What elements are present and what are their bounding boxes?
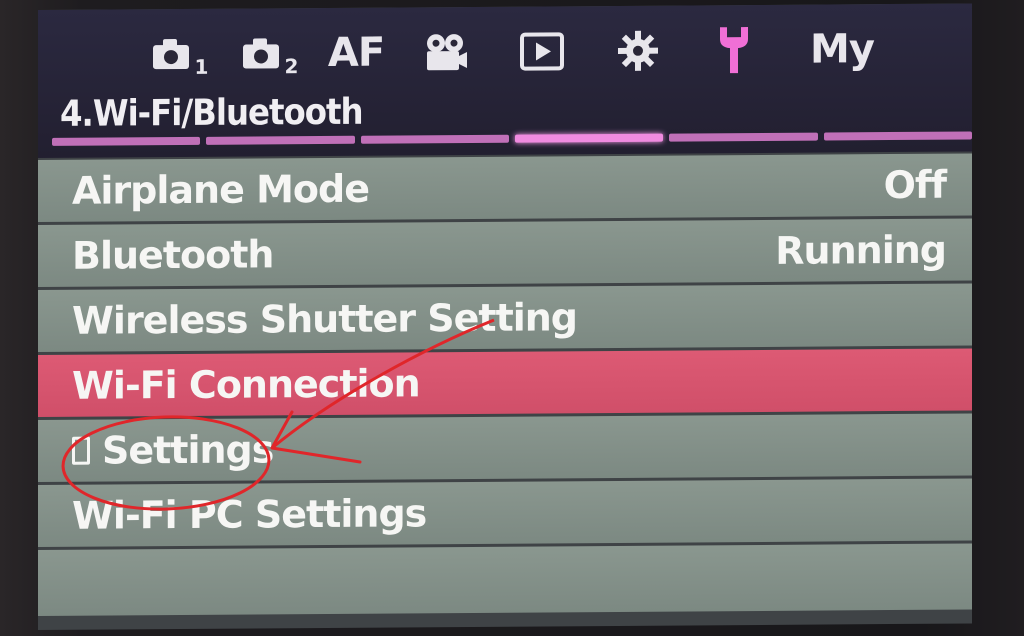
menu-item-value: Off [883,162,946,208]
menu-item-label: Wi-Fi PC Settings [72,491,427,538]
tab-af[interactable]: AF [314,22,398,83]
af-icon: AF [327,29,385,76]
menu-item-label-wrapper: Settings [72,427,274,473]
page-indicator-segment [669,132,818,142]
camera-2-icon [242,38,279,69]
menu-item-label: Wi-Fi Connection [72,361,420,408]
smartphone-icon [72,436,90,465]
tab-setup[interactable] [686,20,782,81]
tab-shooting-1[interactable]: 1 [134,24,224,85]
menu-item-wifi-connection[interactable]: Wi-Fi Connection [38,348,972,417]
tab-movie[interactable] [398,22,494,83]
menu-tabs: 1 2 AF My [134,14,954,90]
menu-item-airplane-mode[interactable]: Airplane Mode Off [38,153,972,222]
tab-my-menu[interactable]: My [782,19,902,80]
page-indicator-segment [52,136,201,146]
tab-shooting-2[interactable]: 2 [224,23,314,84]
wrench-icon [720,27,748,74]
menu-item-label: Settings [102,427,274,473]
movie-camera-icon [427,34,467,71]
playback-icon [520,32,564,71]
menu-item-label: Airplane Mode [72,166,369,213]
page-indicator-segment [823,131,972,141]
page-indicator-segment [206,135,355,145]
tab-custom[interactable] [590,20,686,81]
menu-item-value: Running [775,227,946,273]
tab-sub-number: 1 [194,54,208,79]
gear-icon [618,30,658,71]
menu-header: 1 2 AF My 4.Wi-Fi/Bluetooth [38,3,972,159]
menu-list: Airplane Mode Off Bluetooth Running Wire… [38,153,972,619]
menu-item-bluetooth[interactable]: Bluetooth Running [38,218,972,287]
menu-item-label: Bluetooth [72,232,274,278]
menu-item-wifi-pc-settings[interactable]: Wi-Fi PC Settings [38,478,972,547]
tab-sub-number: 2 [284,54,298,79]
menu-item-smartphone-settings[interactable]: Settings [38,413,972,482]
page-indicator-segment [360,134,509,144]
camera-lcd-screen: 1 2 AF My 4.Wi-Fi/Bluetooth Airplane Mod… [38,3,972,630]
page-indicator-segment-active [514,133,664,143]
menu-item-label: Wireless Shutter Setting [72,295,578,343]
tab-playback[interactable] [494,21,590,82]
camera-1-icon [152,39,189,70]
section-title: 4.Wi-Fi/Bluetooth [60,91,363,135]
my-menu-icon: My [810,26,874,73]
menu-item-empty [38,543,972,616]
menu-item-wireless-shutter-setting[interactable]: Wireless Shutter Setting [38,283,972,352]
